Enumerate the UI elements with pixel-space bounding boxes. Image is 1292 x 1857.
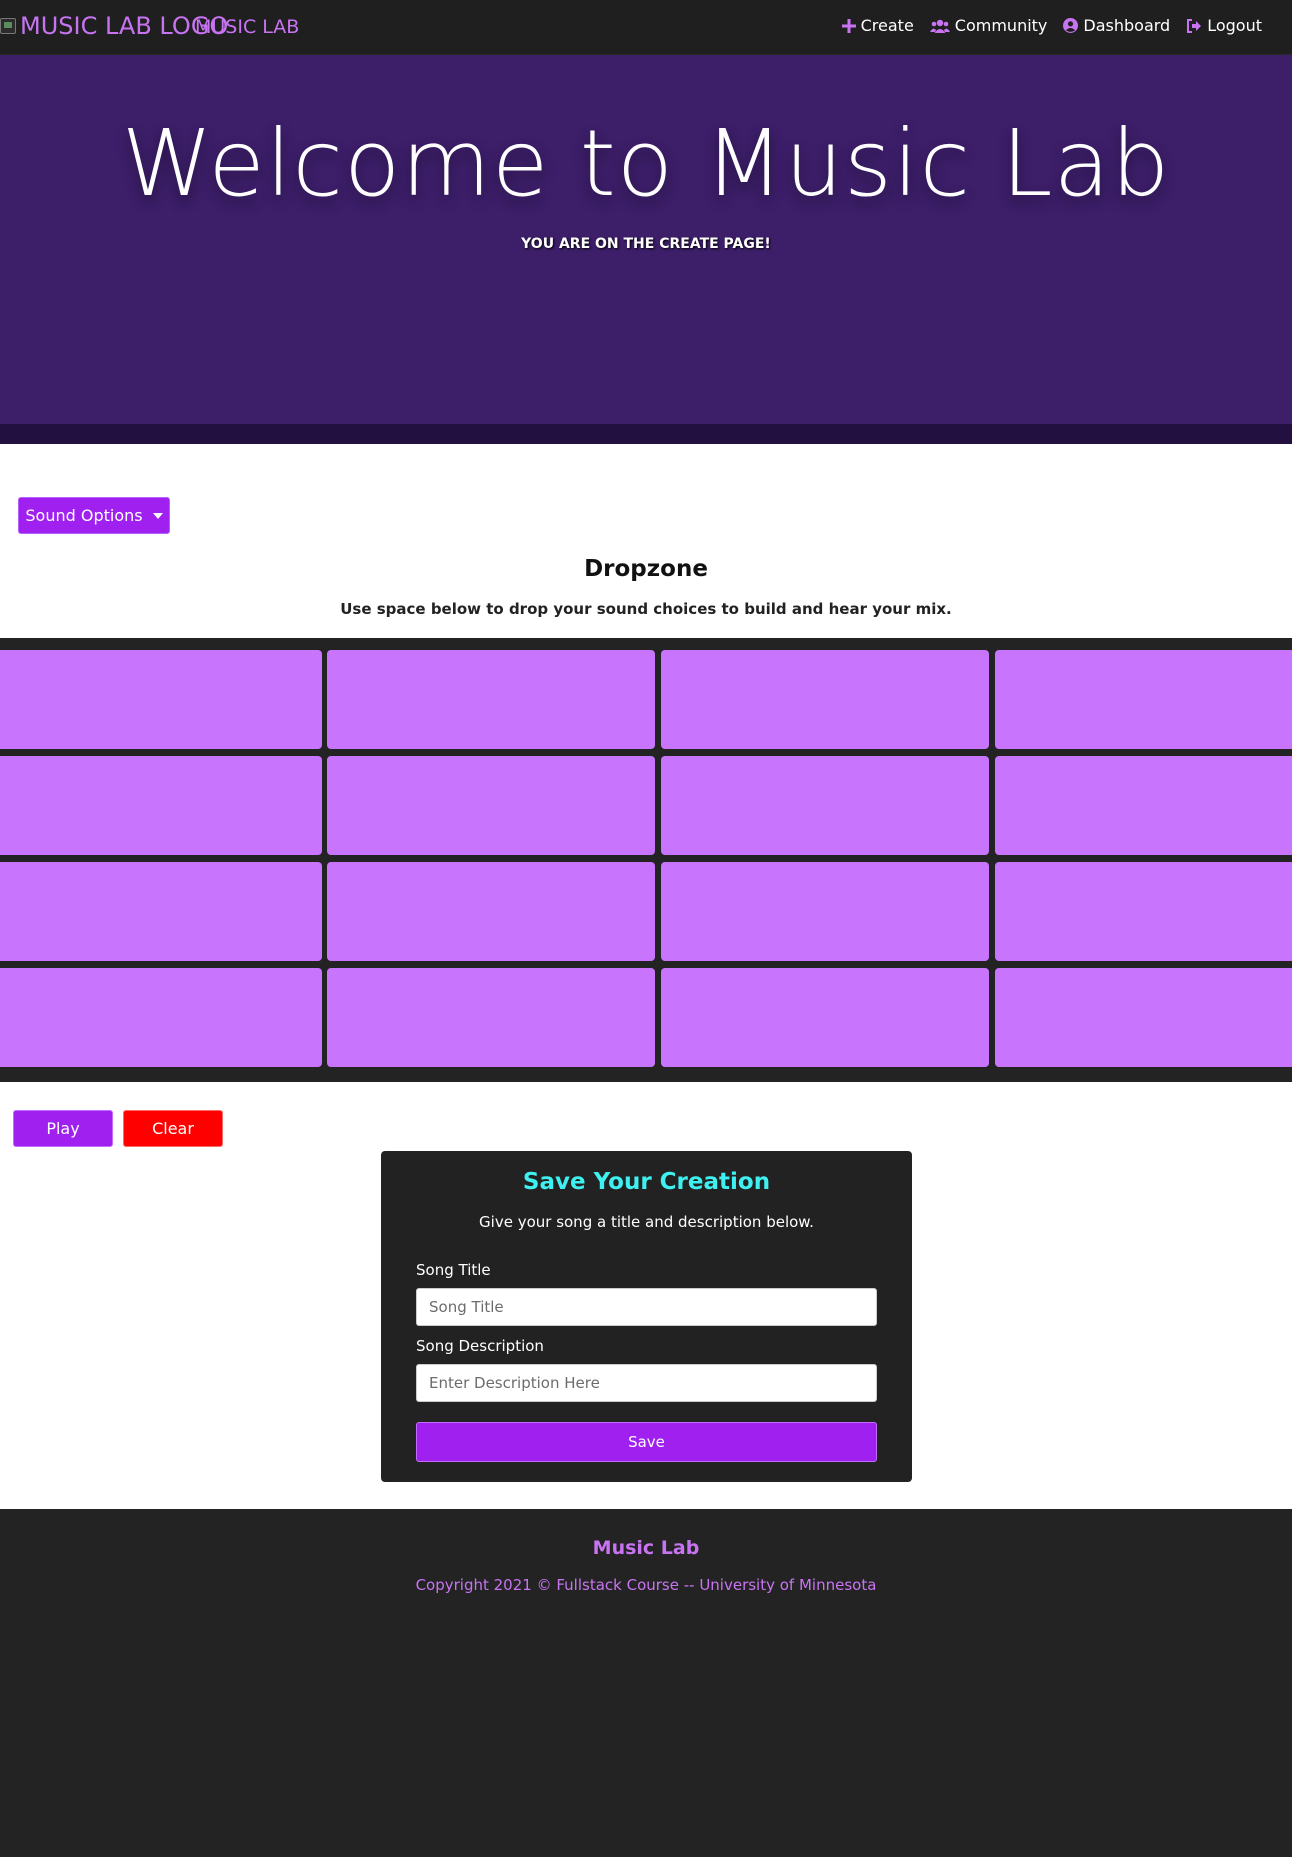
drop-cell-r2-c2[interactable] [327,756,655,855]
sound-options-dropdown[interactable]: Sound Options [18,497,170,534]
dropzone-title: Dropzone [584,556,708,582]
footer-title: Music Lab [592,1537,700,1559]
navbar: MUSIC LAB LOGO MUSIC LAB Create Communit… [0,0,1292,55]
broken-image-icon [0,18,16,34]
hero-bottom-band [0,424,1292,444]
sign-out-icon [1186,18,1202,33]
drop-cell-r4-c2[interactable] [327,968,655,1067]
song-title-input[interactable] [416,1288,877,1326]
nav-community-label: Community [954,16,1048,35]
plus-icon [841,18,856,33]
brand-name[interactable]: MUSIC LAB [195,16,299,38]
play-button[interactable]: Play [13,1110,113,1147]
nav-create-link[interactable]: Create [841,16,914,35]
drop-cell-r3-c1[interactable] [0,862,322,961]
nav-dashboard-label: Dashboard [1083,16,1171,35]
song-title-label: Song Title [416,1261,491,1279]
user-circle-icon [1063,18,1079,33]
drop-cell-r4-c1[interactable] [0,968,322,1067]
hero-title: Welcome to Music Lab [121,110,1171,217]
clear-button[interactable]: Clear [123,1110,223,1147]
drop-cell-r2-c3[interactable] [661,756,989,855]
dropzone-grid [0,638,1292,1082]
caret-down-icon [152,512,163,519]
drop-cell-r1-c2[interactable] [327,650,655,749]
save-button[interactable]: Save [416,1422,877,1462]
nav-dashboard-link[interactable]: Dashboard [1063,16,1170,35]
drop-cell-r3-c3[interactable] [661,862,989,961]
nav-create-label: Create [860,16,914,35]
drop-cell-r3-c4[interactable] [995,862,1292,961]
drop-cell-r1-c1[interactable] [0,650,322,749]
nav-community-link[interactable]: Community [929,16,1048,35]
save-creation-card: Save Your Creation Give your song a titl… [381,1151,912,1482]
sound-options-label: Sound Options [25,506,143,525]
dropzone-subtitle: Use space below to drop your sound choic… [340,600,952,618]
nav-links: Create Community Dashboard Logout [841,16,1262,35]
hero-subtitle: YOU ARE ON THE CREATE PAGE! [521,236,771,252]
nav-logout-link[interactable]: Logout [1186,16,1262,35]
song-description-input[interactable] [416,1364,877,1402]
drop-cell-r3-c2[interactable] [327,862,655,961]
footer: Music Lab Copyright 2021 © Fullstack Cou… [0,1509,1292,1857]
users-icon [929,19,950,33]
drop-cell-r2-c4[interactable] [995,756,1292,855]
save-card-title: Save Your Creation [522,1169,771,1195]
save-card-subtitle: Give your song a title and description b… [479,1213,814,1231]
drop-cell-r4-c3[interactable] [661,968,989,1067]
footer-copyright: Copyright 2021 © Fullstack Course -- Uni… [415,1576,877,1594]
drop-cell-r1-c4[interactable] [995,650,1292,749]
nav-logout-label: Logout [1207,16,1262,35]
drop-cell-r2-c1[interactable] [0,756,322,855]
drop-cell-r1-c3[interactable] [661,650,989,749]
drop-cell-r4-c4[interactable] [995,968,1292,1067]
song-description-label: Song Description [416,1337,544,1355]
